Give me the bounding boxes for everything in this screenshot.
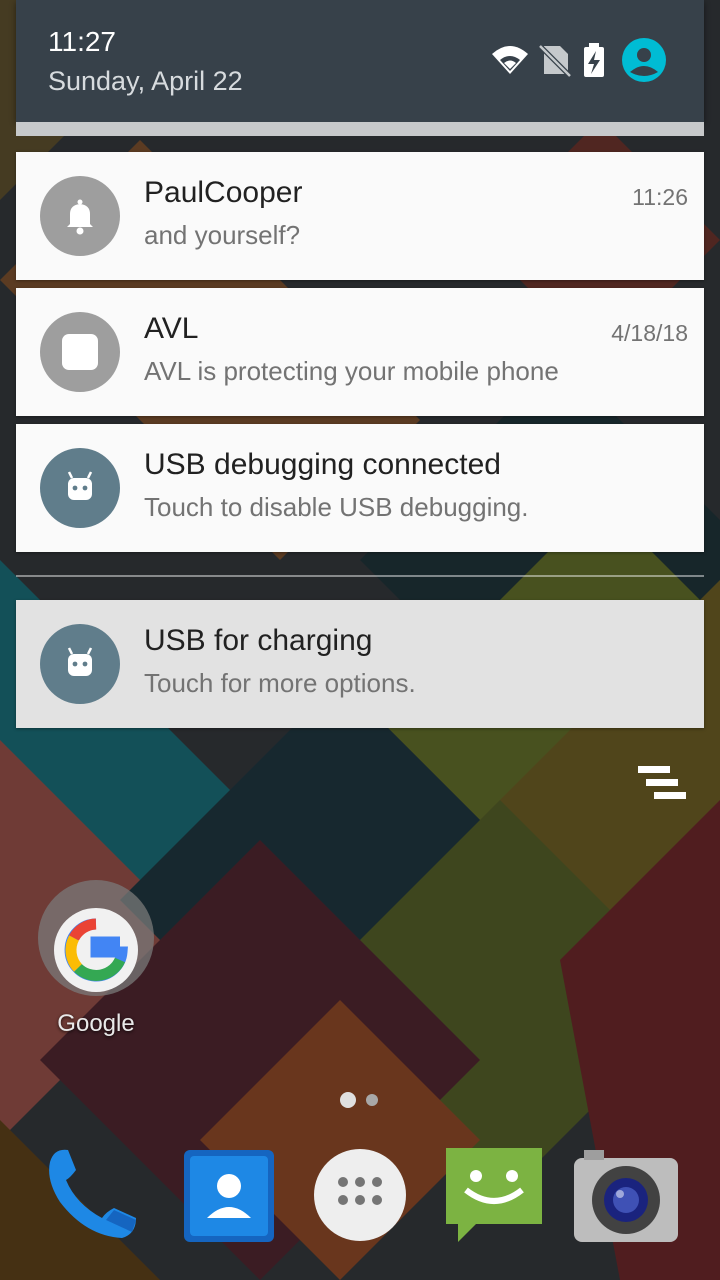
notification-text: and yourself?: [144, 220, 301, 250]
app-drawer-icon[interactable]: [305, 1140, 415, 1250]
android-icon: [40, 448, 120, 528]
app-label: Google: [57, 1010, 135, 1037]
no-sim-icon: [534, 40, 574, 80]
date: Sunday, April 22: [48, 66, 243, 96]
notification-usb-charging[interactable]: USB for charging Touch for more options.: [16, 600, 704, 728]
notification-paulcooper[interactable]: PaulCooper and yourself? 11:26: [16, 152, 704, 280]
contacts-icon[interactable]: [174, 1140, 284, 1250]
notification-title: PaulCooper: [144, 176, 303, 209]
notification-avl[interactable]: AVL AVL is protecting your mobile phone …: [16, 288, 704, 416]
notification-time: 11:26: [632, 184, 688, 210]
notification-title: AVL: [144, 312, 199, 345]
clock: 11:27: [48, 26, 116, 57]
status-header[interactable]: 11:27 Sunday, April 22: [16, 0, 704, 122]
google-icon: [38, 880, 154, 996]
user-account-icon[interactable]: [620, 36, 668, 84]
notification-usb-debugging[interactable]: USB debugging connected Touch to disable…: [16, 424, 704, 552]
notification-title: USB for charging: [144, 624, 373, 657]
notification-text: Touch to disable USB debugging.: [144, 492, 529, 522]
clear-all-button[interactable]: [636, 764, 688, 804]
clear-all-icon: [638, 766, 686, 799]
ongoing-divider: [16, 575, 704, 577]
phone-icon[interactable]: [36, 1140, 146, 1250]
camera-icon[interactable]: [570, 1140, 680, 1250]
page-indicator: [340, 1092, 378, 1108]
notification-text: AVL is protecting your mobile phone: [144, 356, 559, 386]
battery-charging-icon: [574, 40, 614, 80]
google-app-shortcut[interactable]: Google: [36, 880, 156, 1050]
search-bar-peek: [16, 122, 704, 136]
notification-time: 4/18/18: [611, 320, 688, 346]
messaging-icon[interactable]: [438, 1140, 548, 1250]
bell-icon: [40, 176, 120, 256]
wifi-icon: [490, 40, 530, 80]
notification-text: Touch for more options.: [144, 668, 416, 698]
android-icon: [40, 624, 120, 704]
avl-app-icon: [40, 312, 120, 392]
notification-title: USB debugging connected: [144, 448, 501, 481]
